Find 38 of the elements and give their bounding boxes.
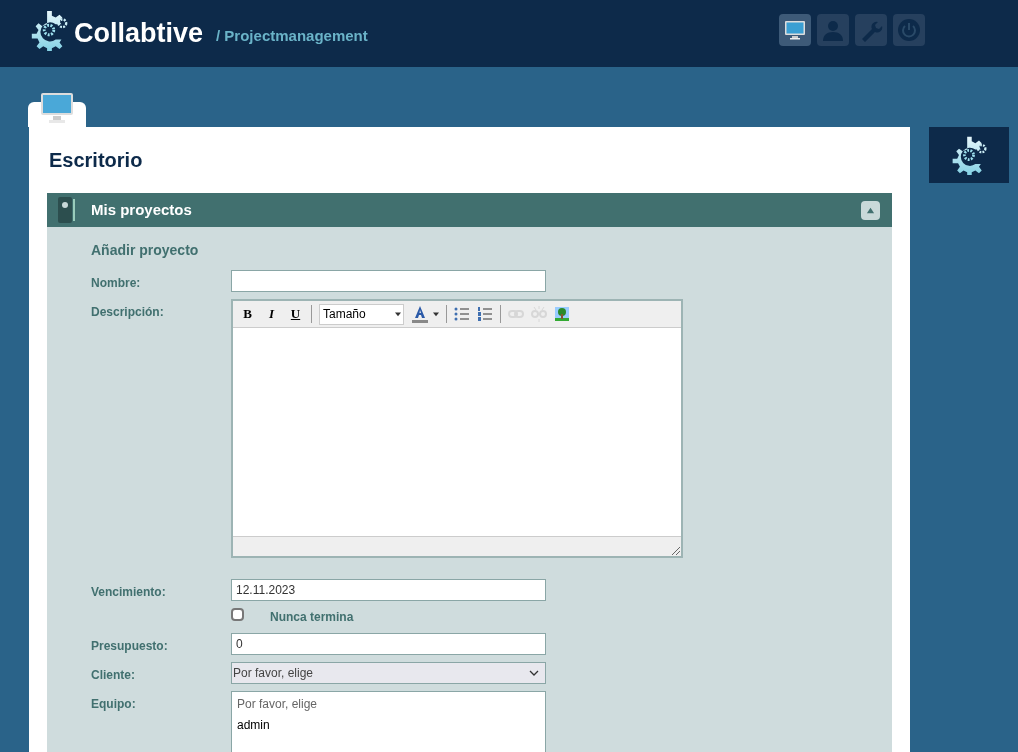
collapse-icon [866,205,875,215]
bold-button[interactable]: B [239,304,256,324]
rich-text-editor[interactable]: B I U Tamaño [231,299,683,558]
monitor-icon [40,92,74,124]
power-icon [897,17,921,42]
resize-handle-icon[interactable] [671,546,681,556]
field-label: Presupuesto: [91,638,169,655]
dashboard-tab[interactable] [28,92,86,127]
image-icon[interactable] [554,306,570,322]
checkbox-label: Nunca termina [270,609,354,626]
caret-icon [395,311,401,317]
underline-button[interactable]: U [287,304,304,324]
text-color-icon[interactable] [411,305,429,323]
text-field[interactable]: 0 [231,633,546,655]
collapse-button[interactable] [861,200,880,220]
text-field[interactable] [231,270,546,292]
field-label: Equipo: [91,696,137,713]
field-label: Cliente: [91,667,136,684]
caret-icon[interactable] [433,311,439,317]
text-field[interactable]: 12.11.2023 [231,579,546,601]
binder-icon [57,196,77,224]
field-label: Nombre: [91,275,142,292]
list-option[interactable]: admin [237,716,540,734]
field-label: Descripción: [91,304,165,321]
font-size-dropdown[interactable]: Tamaño [319,303,404,325]
client-dropdown[interactable]: Por favor, elige [231,662,546,684]
app-subtitle: / Projectmanagement [216,26,368,47]
field-label: Vencimiento: [91,584,167,601]
monitor-nav-button[interactable] [779,13,811,46]
form-heading: Añadir proyecto [91,241,200,260]
chevron-down-icon [529,670,539,676]
checkbox[interactable] [231,608,244,621]
numbers-icon[interactable] [477,306,493,322]
app-title: Collabtive [74,17,204,51]
italic-button[interactable]: I [263,304,280,324]
section-title: Mis proyectos [91,199,192,220]
page-title: Escritorio [49,148,144,173]
bullets-icon[interactable] [454,306,470,322]
